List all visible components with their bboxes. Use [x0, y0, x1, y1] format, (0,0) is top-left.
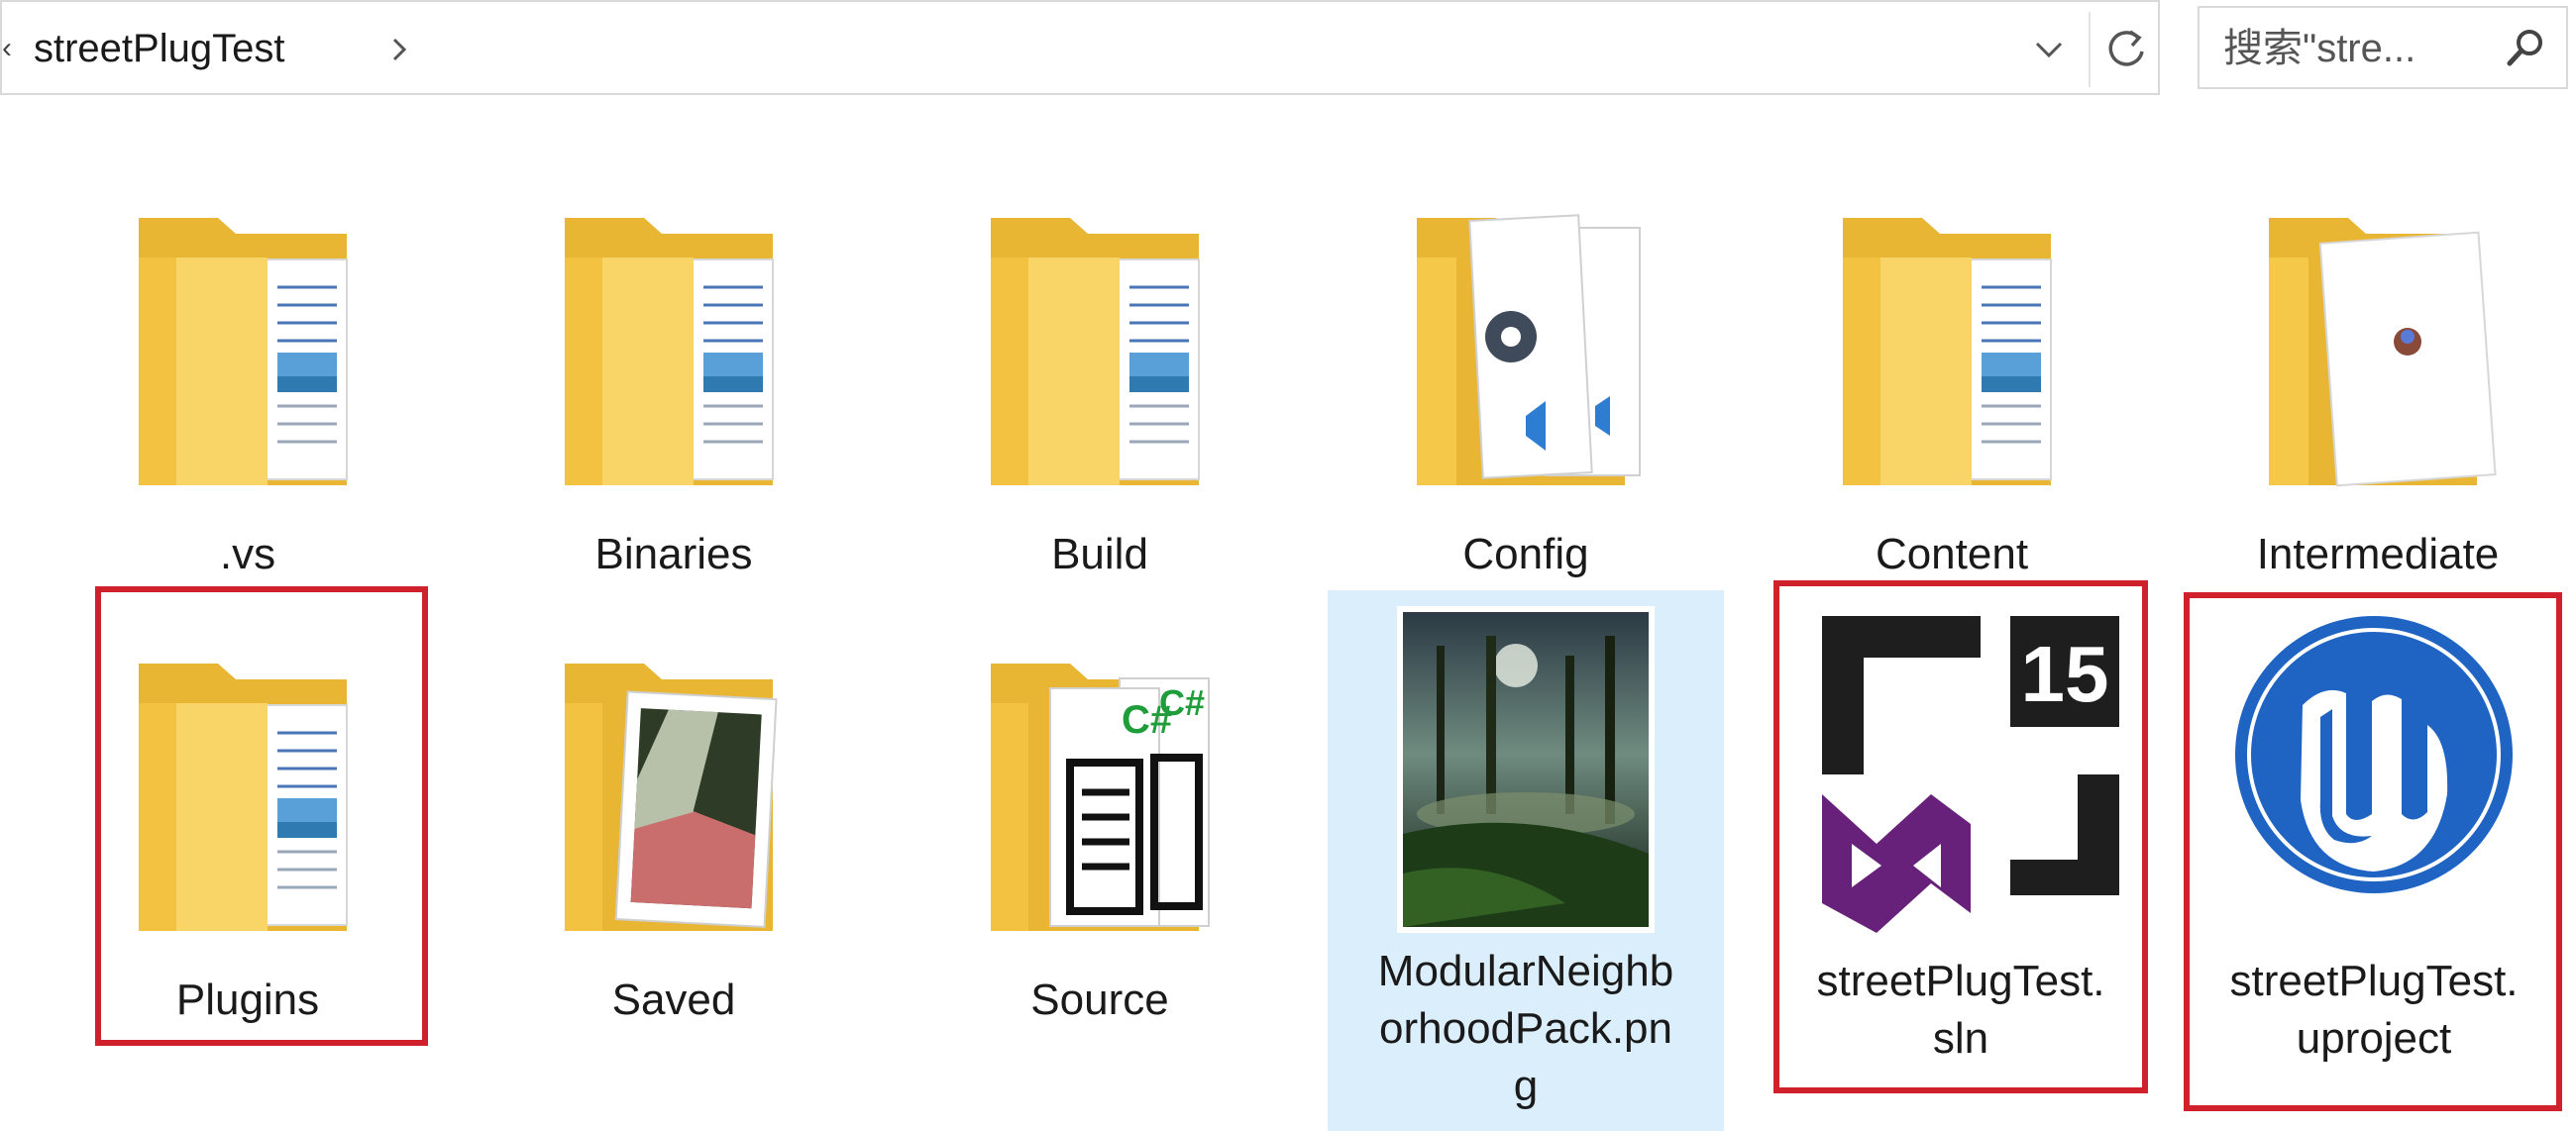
- item-label: streetPlugTest. sln: [1763, 953, 2159, 1068]
- folder-icon: [991, 218, 1201, 485]
- saved-folder-icon: [565, 664, 778, 931]
- item-label: Plugins: [175, 976, 320, 1024]
- folder-item[interactable]: Config: [1328, 188, 1724, 624]
- search-box[interactable]: 搜索"stre...: [2198, 6, 2568, 89]
- item-label: Build: [1051, 530, 1148, 578]
- folder-item-source[interactable]: C# C# Source: [902, 634, 1298, 1070]
- item-label: ModularNeighb orhoodPack.pn g: [1328, 943, 1724, 1115]
- folder-icon: [139, 664, 349, 931]
- folder-icon: [565, 218, 775, 485]
- divider: [2089, 12, 2091, 87]
- item-label: Saved: [611, 976, 736, 1024]
- folder-item[interactable]: Intermediate: [2180, 188, 2576, 624]
- item-label-line1: streetPlugTest.: [2229, 957, 2519, 1005]
- folder-item[interactable]: .vs: [50, 188, 446, 624]
- item-label: streetPlugTest. uproject: [2176, 953, 2572, 1068]
- item-label-line2: sln: [1932, 1014, 1989, 1063]
- search-icon[interactable]: [2503, 26, 2548, 71]
- search-input[interactable]: 搜索"stre...: [2223, 26, 2415, 71]
- svg-text:C#: C#: [1159, 682, 1205, 723]
- version-badge: 15: [2021, 630, 2109, 718]
- item-label: Binaries: [594, 530, 753, 578]
- item-label-line2: uproject: [2296, 1014, 2452, 1063]
- intermediate-folder-icon: [2269, 218, 2497, 487]
- address-bar[interactable]: ‹ streetPlugTest: [0, 0, 2160, 95]
- item-label-line1: ModularNeighb: [1377, 947, 1674, 995]
- folder-item[interactable]: Build: [902, 188, 1298, 624]
- folder-item-saved[interactable]: Saved: [476, 634, 872, 1070]
- file-item-sln[interactable]: 15 streetPlugTest. sln: [1763, 606, 2159, 1063]
- item-label-line3: g: [1513, 1062, 1539, 1110]
- item-label-line2: orhoodPack.pn: [1379, 1004, 1672, 1053]
- item-label: .vs: [219, 530, 276, 578]
- config-folder-icon: [1417, 214, 1641, 485]
- breadcrumb-streetplugtest[interactable]: streetPlugTest: [34, 24, 284, 73]
- breadcrumb-chevron-icon[interactable]: [380, 26, 420, 73]
- chevron-down-icon[interactable]: [2029, 30, 2069, 69]
- folder-icon: [1843, 218, 2053, 485]
- visual-studio-solution-icon: 15: [1822, 616, 2119, 933]
- item-label: Intermediate: [2256, 530, 2500, 578]
- item-label: Config: [1462, 530, 1589, 578]
- item-label: Source: [1030, 976, 1169, 1024]
- folder-item-plugins[interactable]: Plugins: [50, 634, 446, 1070]
- folder-item[interactable]: Binaries: [476, 188, 872, 624]
- folder-item[interactable]: Content: [1754, 188, 2150, 624]
- source-folder-icon: C# C#: [991, 664, 1210, 931]
- unreal-engine-icon: [2235, 616, 2513, 893]
- file-item-uproject[interactable]: streetPlugTest. uproject: [2176, 606, 2572, 1063]
- image-thumbnail-icon: [1397, 606, 1655, 933]
- item-label: Content: [1875, 530, 2029, 578]
- image-item-modularneighborhoodpack[interactable]: ModularNeighb orhoodPack.pn g: [1328, 606, 1724, 1110]
- refresh-icon[interactable]: [2100, 24, 2152, 75]
- item-label-line1: streetPlugTest.: [1816, 957, 2105, 1005]
- folder-icon: [139, 218, 349, 485]
- back-chevron-icon[interactable]: ‹: [2, 34, 12, 65]
